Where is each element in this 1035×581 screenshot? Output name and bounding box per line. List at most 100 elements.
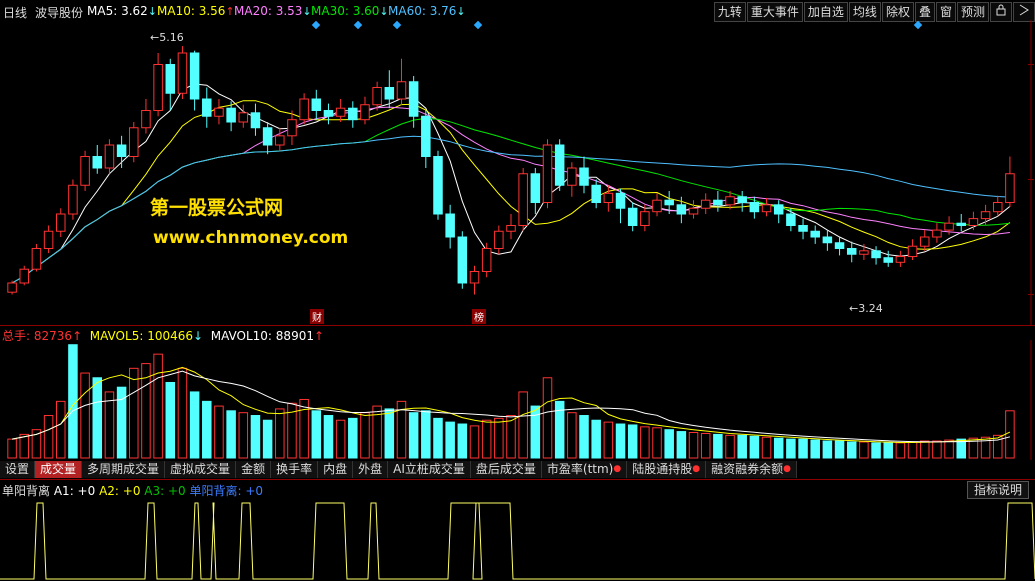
candle: [749, 196, 760, 219]
candle-body: [859, 250, 869, 255]
forecast-button[interactable]: 预测: [956, 2, 989, 22]
volume-bar: [177, 367, 188, 459]
candle: [43, 225, 54, 254]
candle: [700, 193, 711, 214]
candle-body: [944, 222, 954, 231]
candle: [287, 110, 297, 145]
volume-bar: [275, 408, 285, 459]
tab-9[interactable]: 盘后成交量: [470, 461, 542, 478]
candle-body: [542, 144, 553, 203]
tab-12[interactable]: 融资融券余额●: [706, 461, 797, 478]
volume-bar: [530, 405, 541, 459]
tab-0[interactable]: 设置: [0, 461, 36, 478]
period-label[interactable]: 日线: [3, 4, 27, 21]
volume-bar: [238, 412, 249, 459]
candle: [640, 204, 650, 232]
candle: [859, 243, 869, 260]
volume-bar: [433, 417, 443, 459]
ex-rights-button[interactable]: 除权: [881, 2, 914, 22]
window-button[interactable]: 窗: [935, 2, 956, 22]
lock-icon[interactable]: [990, 2, 1012, 22]
ma60-legend: MA60: 3.76↓: [388, 4, 466, 18]
moving-average-button[interactable]: 均线: [848, 2, 881, 22]
volume-bar: [773, 437, 784, 459]
candle: [871, 246, 881, 265]
expand-icon[interactable]: [1013, 2, 1035, 22]
indicator-name[interactable]: 单阳背离: [2, 484, 50, 498]
candle-body: [68, 184, 78, 215]
tab-3[interactable]: 虚拟成交量: [165, 461, 237, 478]
volume-bar: [165, 381, 176, 459]
tab-2[interactable]: 多周期成交量: [82, 461, 166, 478]
pane-divider-2[interactable]: [0, 479, 1035, 480]
overlay-button[interactable]: 叠: [914, 2, 935, 22]
volume-bar: [932, 440, 942, 459]
candle: [980, 204, 991, 226]
tab-5[interactable]: 换手率: [271, 461, 319, 478]
candle-body: [688, 207, 699, 215]
major-events-button[interactable]: 重大事件: [746, 2, 803, 22]
candle-body: [518, 173, 528, 226]
ranking-event-tag[interactable]: 榜: [472, 309, 486, 324]
event-diamond: [353, 20, 363, 30]
candle: [579, 156, 589, 194]
volume-bar: [615, 423, 626, 459]
tab-label: 融资融券余额: [711, 462, 784, 476]
indicator-chart[interactable]: [0, 497, 1035, 581]
candle-body: [31, 248, 42, 270]
add-watchlist-button[interactable]: 加自选: [803, 2, 848, 22]
candle-body: [408, 81, 419, 117]
candle-body: [129, 127, 139, 157]
tab-1[interactable]: 成交量: [35, 461, 83, 478]
price-chart[interactable]: [0, 20, 1035, 326]
candle: [80, 150, 90, 191]
candle: [919, 230, 930, 251]
candle-body: [80, 156, 90, 186]
candle-body: [919, 236, 930, 247]
candle-body: [116, 144, 127, 157]
candle-body: [591, 184, 601, 203]
candle-body: [1005, 173, 1015, 203]
candle-body: [262, 127, 273, 146]
candle-body: [773, 204, 784, 215]
tab-label: 虚拟成交量: [170, 462, 231, 476]
candle-body: [980, 211, 991, 220]
tab-4[interactable]: 金额: [236, 461, 272, 478]
candle-body: [603, 192, 614, 204]
candle: [688, 200, 699, 219]
tab-label: 陆股通持股: [632, 462, 693, 476]
pane-divider[interactable]: [0, 325, 1035, 326]
candle: [445, 204, 455, 249]
candle-body: [579, 167, 589, 186]
candle: [457, 231, 468, 289]
volume-bar: [360, 412, 370, 459]
tab-7[interactable]: 外盘: [353, 461, 389, 478]
tab-10[interactable]: 市盈率(ttm)●: [541, 461, 628, 478]
tab-8[interactable]: AI立桩成交量: [388, 461, 471, 478]
candle: [177, 46, 188, 99]
tab-label: 外盘: [358, 462, 383, 476]
tab-dot-icon: ●: [613, 464, 622, 474]
candle-body: [494, 230, 504, 249]
tab-label: 盘后成交量: [475, 462, 536, 476]
volume-bar: [518, 391, 528, 459]
candle: [810, 225, 820, 244]
tab-11[interactable]: 陆股通持股●: [627, 461, 707, 478]
volume-bar: [457, 423, 468, 459]
volume-bar: [871, 442, 881, 459]
candle-body: [311, 98, 322, 111]
volume-chart[interactable]: [0, 340, 1035, 460]
candle: [737, 191, 747, 212]
volume-bar: [323, 415, 334, 459]
candle: [713, 191, 723, 212]
volume-bar: [895, 442, 906, 459]
volume-bar: [652, 427, 662, 459]
finance-event-tag[interactable]: 财: [310, 309, 324, 324]
candle-body: [530, 173, 541, 203]
nine-turn-button[interactable]: 九转: [713, 2, 746, 22]
candle-body: [104, 144, 115, 169]
candle-body: [469, 271, 480, 284]
tab-label: 多周期成交量: [87, 462, 160, 476]
candle-body: [323, 110, 334, 117]
tab-6[interactable]: 内盘: [318, 461, 354, 478]
